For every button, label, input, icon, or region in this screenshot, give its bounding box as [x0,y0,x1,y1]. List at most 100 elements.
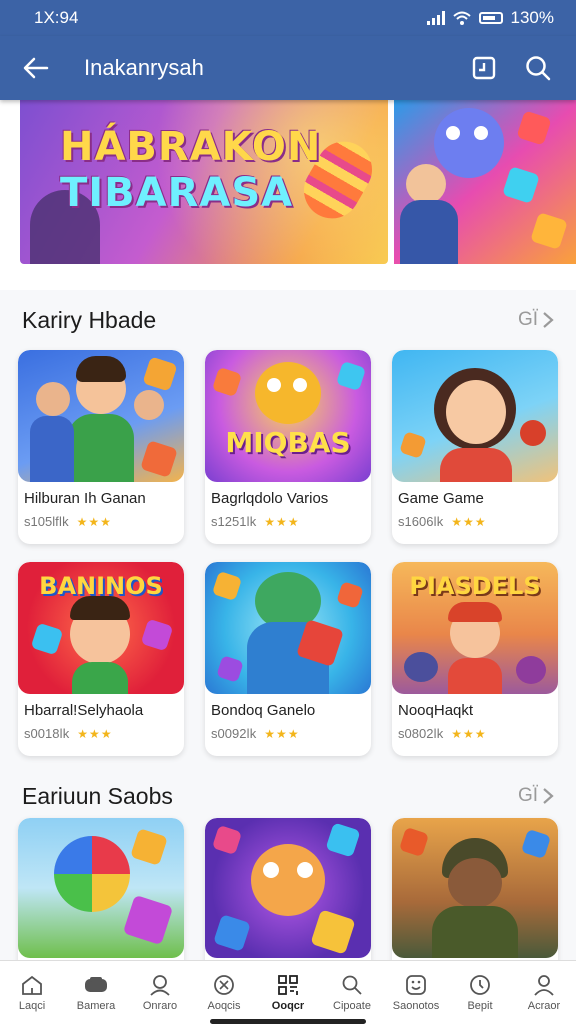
nav-label: Bepit [467,999,493,1012]
bookmark-icon [472,56,496,80]
main-content: HÁBRAKON TIBARASA Kariry Hbade GÏ Hilbur… [0,100,576,960]
nav-label: Aoqcis [207,999,241,1012]
bookmark-button[interactable] [464,48,504,88]
nav-label: Laqci [18,999,46,1012]
secondary-banner[interactable] [394,100,576,264]
section-title: Kariry Hbade [22,306,157,333]
see-all-button[interactable]: GÏ [518,309,554,331]
nav-label: Onraro [142,999,178,1012]
dice-icon [214,974,234,995]
game-thumbnail [18,818,184,958]
game-grid-row-1: Hilburan Ih Ganan s105lfǀk ★★★ MIQBAS Ba… [0,350,576,544]
nav-item-games[interactable]: Bamera [64,961,128,1024]
game-title: Hbarral!Selyhaola [24,702,144,719]
see-all-label: GÏ [517,785,538,806]
banner-carousel[interactable]: HÁBRAKON TIBARASA [0,100,576,290]
nav-item-person[interactable]: Onraro [128,961,192,1024]
status-bar: 1X:94 130% [0,0,576,36]
game-card[interactable]: BANINOS Hbarral!Selyhaola s0018ǀk ★★★ [18,562,184,756]
rating-stars-icon: ★★★ [451,514,487,529]
section-header: Kariry Hbade GÏ [0,290,576,350]
thumbnail-logo: PIASDELS [409,572,541,600]
game-downloads: s0802ǀk [398,726,444,741]
nav-label: Ooqcr [271,999,305,1012]
smile-icon [406,974,426,995]
banner-title-line2: TIBARASA [60,170,294,216]
section-second: Eariuun Saobs GÏ [0,774,576,960]
game-meta: s1606ǀk ★★★ [392,507,558,529]
nav-label: Acraor [527,999,561,1012]
game-card[interactable]: Game Game s1606ǀk ★★★ [392,350,558,544]
game-meta: s105lfǀk ★★★ [18,507,184,529]
game-thumbnail [18,350,184,482]
section-title: Eariuun Saobs [22,782,173,809]
game-card[interactable] [18,818,184,960]
banner-title: HÁBRAKON TIBARASA [60,124,321,216]
status-icons: 130% [426,8,554,28]
controller-icon [85,976,107,992]
rating-stars-icon: ★★★ [264,726,300,741]
game-thumbnail: MIQBAS [205,350,371,482]
person-icon [150,974,170,996]
clock-icon [470,974,490,995]
game-grid-row-2: BANINOS Hbarral!Selyhaola s0018ǀk ★★★ Bo… [0,562,576,756]
back-button[interactable] [18,50,54,86]
game-downloads: s0018ǀk [24,726,70,741]
search-icon [342,975,362,995]
bottom-navigation: Laqci Bamera Onraro Aoqcis Ooqcr Cipoate… [0,960,576,1024]
game-title: Game Game [398,490,484,507]
signal-icon [426,11,445,25]
qr-icon [278,974,298,995]
rating-stars-icon: ★★★ [76,514,112,529]
search-icon [526,56,551,81]
game-card[interactable]: Hilburan Ih Ganan s105lfǀk ★★★ [18,350,184,544]
see-all-label: GÏ [517,309,538,330]
game-downloads: s1606ǀk [398,514,444,529]
nav-item-history[interactable]: Bepit [448,961,512,1024]
battery-percent: 130% [510,8,554,27]
nav-item-search[interactable]: Cipoate [320,961,384,1024]
game-card[interactable]: PIASDELS NooqHaqkt s0802ǀk ★★★ [392,562,558,756]
game-downloads: s1251ǀk [211,514,257,529]
nav-item-qr[interactable]: Ooqcr [256,961,320,1024]
featured-banner[interactable]: HÁBRAKON TIBARASA [20,100,388,264]
game-card[interactable] [392,818,558,960]
nav-item-home[interactable]: Laqci [0,961,64,1024]
see-all-button[interactable]: GÏ [518,785,554,807]
game-title: NooqHaqkt [398,702,474,719]
rating-stars-icon: ★★★ [264,514,300,529]
game-card[interactable]: MIQBAS Bagrlqdolo Varios s1251ǀk ★★★ [205,350,371,544]
rating-stars-icon: ★★★ [451,726,487,741]
nav-item-social[interactable]: Saonotos [384,961,448,1024]
game-card[interactable] [205,818,371,960]
game-thumbnail [205,818,371,958]
nav-item-dice[interactable]: Aoqcis [192,961,256,1024]
section-header: Eariuun Saobs GÏ [0,774,576,818]
game-title: Bondoq Ganelo [211,702,316,719]
nav-item-account[interactable]: Acraor [512,961,576,1024]
game-meta: s0018ǀk ★★★ [18,719,184,741]
nav-label: Bamera [76,999,116,1012]
nav-label: Cipoate [333,999,371,1012]
game-card[interactable]: Bondoq Ganelo s0092ǀk ★★★ [205,562,371,756]
chevron-right-icon [543,312,554,328]
thumbnail-logo: MIQBAS [225,426,351,459]
game-title: Hilburan Ih Ganan [24,490,146,507]
arrow-left-icon [23,57,49,79]
wifi-icon [452,11,471,25]
game-meta: s0092ǀk ★★★ [205,719,371,741]
chevron-right-icon [543,788,554,804]
game-downloads: s0092ǀk [211,726,257,741]
search-button[interactable] [518,48,558,88]
game-meta: s0802ǀk ★★★ [392,719,558,741]
game-thumbnail: BANINOS [18,562,184,694]
app-bar: Inakanrysah [0,36,576,100]
nav-label: Saonotos [392,999,440,1012]
profile-icon [534,974,554,996]
game-downloads: s105lfǀk [24,514,69,529]
game-grid-row-3 [0,818,576,960]
page-title: Inakanrysah [84,55,204,80]
game-title: Bagrlqdolo Varios [211,490,329,507]
rating-stars-icon: ★★★ [77,726,113,741]
home-indicator[interactable] [210,1019,366,1024]
